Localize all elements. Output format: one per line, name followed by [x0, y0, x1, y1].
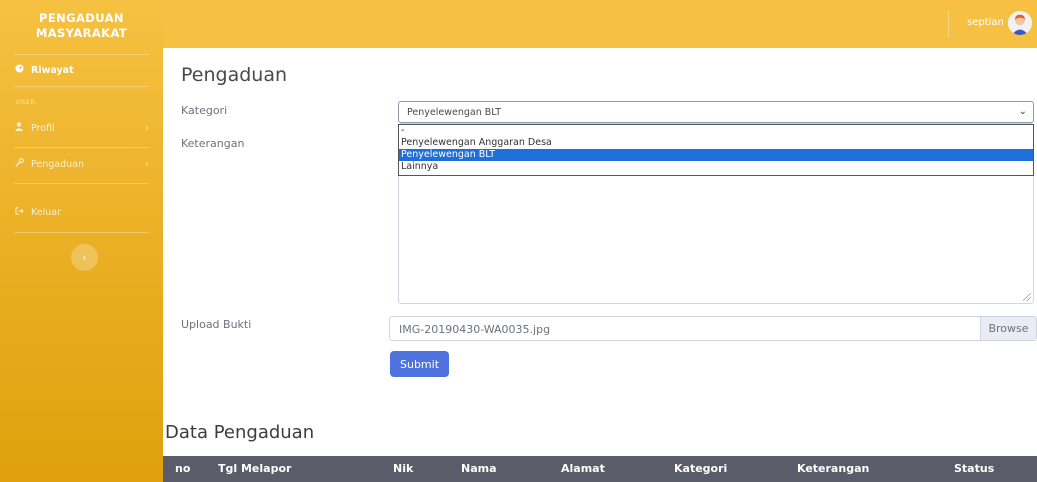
column-header[interactable]: Alamat — [561, 456, 605, 482]
table-header: no Tgl Melapor Nik Nama Alamat Kategori … — [163, 456, 1037, 482]
kategori-label: Kategori — [181, 104, 228, 117]
sidebar-item-label: Keluar — [31, 206, 61, 218]
dropdown-option-selected[interactable]: Penyelewengan BLT — [399, 149, 1033, 161]
column-header[interactable]: no — [175, 456, 190, 482]
page-title: Pengaduan — [181, 64, 288, 86]
sidebar-item-riwayat[interactable]: Riwayat — [15, 61, 155, 79]
brand-line-1: PENGADUAN — [39, 10, 124, 25]
topbar: septian — [163, 0, 1037, 48]
sidebar-item-profil[interactable]: Profil › — [15, 119, 155, 137]
keterangan-label: Keterangan — [181, 137, 245, 150]
user-avatar-icon[interactable] — [1008, 11, 1032, 35]
topbar-divider — [948, 11, 949, 37]
column-header[interactable]: Nik — [393, 456, 413, 482]
kategori-select[interactable]: Penyelewengan BLT ⌄ — [398, 101, 1034, 123]
sidebar-item-label: Riwayat — [31, 64, 74, 76]
kategori-dropdown-list[interactable]: - Penyelewengan Anggaran Desa Penyelewen… — [398, 124, 1034, 176]
column-header[interactable]: Tgl Melapor — [218, 456, 291, 482]
column-header[interactable]: Kategori — [674, 456, 727, 482]
wrench-icon — [15, 158, 31, 170]
dropdown-option[interactable]: - — [399, 125, 1033, 137]
column-header[interactable]: Nama — [461, 456, 497, 482]
column-header[interactable]: Status — [954, 456, 994, 482]
browse-button[interactable]: Browse — [980, 317, 1036, 340]
sidebar-item-label: Pengaduan — [31, 158, 85, 170]
upload-file-input[interactable]: IMG-20190430-WA0035.jpg Browse — [389, 316, 1037, 341]
table-title: Data Pengaduan — [165, 422, 315, 443]
upload-label: Upload Bukti — [181, 318, 252, 331]
column-header[interactable]: Keterangan — [797, 456, 869, 482]
sidebar: PENGADUAN MASYARAKAT Riwayat USER Profil… — [0, 0, 163, 482]
dropdown-option[interactable]: Lainnya — [399, 161, 1033, 173]
sidebar-item-pengaduan[interactable]: Pengaduan › — [15, 155, 155, 173]
sidebar-item-keluar[interactable]: Keluar — [15, 203, 155, 221]
sidebar-divider — [14, 232, 149, 233]
kategori-selected-value: Penyelewengan BLT — [407, 107, 502, 118]
sidebar-divider — [14, 147, 149, 148]
resize-handle-icon[interactable] — [1023, 293, 1031, 301]
brand-logo[interactable]: PENGADUAN MASYARAKAT — [0, 0, 163, 48]
sidebar-heading: USER — [16, 98, 36, 106]
sidebar-divider — [14, 86, 149, 87]
user-icon — [15, 122, 31, 134]
chevron-right-icon: › — [145, 158, 149, 170]
sidebar-toggle-button[interactable]: ‹ — [71, 244, 98, 271]
user-name[interactable]: septian — [967, 17, 1004, 28]
dashboard-icon — [15, 64, 31, 76]
submit-button[interactable]: Submit — [390, 351, 449, 377]
chevron-left-icon: ‹ — [82, 251, 87, 264]
dropdown-option[interactable]: Penyelewengan Anggaran Desa — [399, 137, 1033, 149]
brand-line-2: MASYARAKAT — [35, 25, 128, 40]
logout-icon — [15, 206, 31, 218]
sidebar-divider — [14, 54, 149, 55]
upload-filename: IMG-20190430-WA0035.jpg — [399, 323, 551, 336]
sidebar-item-label: Profil — [31, 122, 55, 134]
sidebar-divider — [14, 183, 149, 184]
chevron-right-icon: › — [145, 122, 149, 134]
chevron-down-icon: ⌄ — [1018, 106, 1027, 117]
